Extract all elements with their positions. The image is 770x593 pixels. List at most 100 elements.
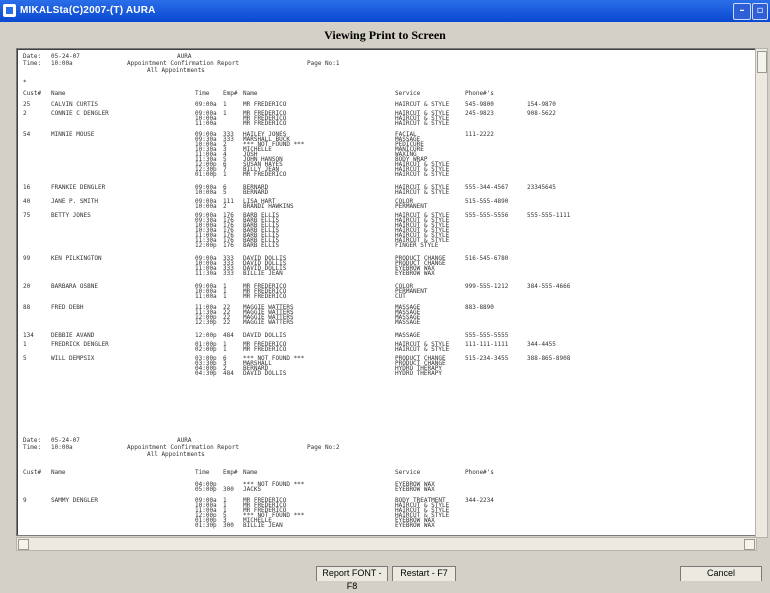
emp-name: MR FREDERICO bbox=[243, 101, 287, 108]
col-emp-name: Name bbox=[243, 90, 258, 97]
col-time: Time bbox=[195, 90, 210, 97]
p2-col-emp-name: Name bbox=[243, 469, 258, 476]
cust-name: SAMMY DENGLER bbox=[51, 497, 98, 504]
col-service: Service bbox=[395, 90, 421, 97]
cust-id: 54 bbox=[23, 131, 31, 138]
appt-time: 11:30a bbox=[195, 270, 217, 277]
page1-time-label: Time: bbox=[23, 60, 42, 67]
col-emp: Emp# bbox=[223, 90, 238, 97]
emp-number: 333 bbox=[223, 270, 234, 277]
appt-time: 10:00a bbox=[195, 203, 217, 210]
p2-col-emp: Emp# bbox=[223, 469, 238, 476]
appt-time: 04:30p bbox=[195, 370, 217, 377]
phone-1: 545-9800 bbox=[465, 101, 494, 108]
phone-1: 555-344-4567 bbox=[465, 184, 509, 191]
title-bar: MIKALSta(C)2007-(T) AURA – ▫ × bbox=[0, 0, 770, 22]
cust-name: WILL DEMPSIX bbox=[51, 355, 95, 362]
cust-name: BARBARA OSBNE bbox=[51, 283, 98, 290]
emp-name: BERNARD bbox=[243, 189, 269, 196]
page2-time: 10:00a bbox=[51, 444, 73, 451]
page1-report-title: Appointment Confirmation Report bbox=[127, 60, 239, 67]
emp-number: 1 bbox=[223, 110, 227, 117]
phone-2: 388-865-8908 bbox=[527, 355, 571, 362]
emp-name: MR FREDERICO bbox=[243, 120, 287, 127]
emp-name: BARB ELLIS bbox=[243, 242, 280, 249]
cust-id: 25 bbox=[23, 101, 31, 108]
viewer-header: Viewing Print to Screen bbox=[324, 28, 446, 42]
cust-id: 134 bbox=[23, 332, 34, 339]
cust-id: 1 bbox=[23, 341, 27, 348]
phone-1: 515-555-4890 bbox=[465, 198, 509, 205]
restart-button[interactable]: Restart - F7 bbox=[392, 566, 456, 581]
emp-name: MAGGIE WATTERS bbox=[243, 319, 294, 326]
emp-name: DAVID DOLLIS bbox=[243, 370, 287, 377]
service: EYEBROW WAX bbox=[395, 270, 435, 277]
emp-name: MR FREDERICO bbox=[243, 293, 287, 300]
app-icon bbox=[3, 4, 16, 17]
cust-id: 2 bbox=[23, 110, 27, 117]
service: PERMANENT bbox=[395, 203, 428, 210]
appt-time: 10:00a bbox=[195, 189, 217, 196]
cust-id: 75 bbox=[23, 212, 31, 219]
cust-name: CALVIN CURTIS bbox=[51, 101, 98, 108]
phone-1: 515-234-3455 bbox=[465, 355, 509, 362]
page2-subtitle: All Appointments bbox=[147, 451, 205, 458]
scroll-thumb[interactable] bbox=[757, 51, 767, 73]
page1-time: 10:00a bbox=[51, 60, 73, 67]
emp-number: 300 bbox=[223, 522, 234, 529]
cancel-button[interactable]: Cancel bbox=[680, 566, 762, 581]
emp-name: BILLIE JEAN bbox=[243, 270, 283, 277]
appt-time: 12:00p bbox=[195, 242, 217, 249]
emp-number: 2 bbox=[223, 203, 227, 210]
col-cust: Cust# bbox=[23, 90, 42, 97]
cust-name: BETTY JONES bbox=[51, 212, 91, 219]
minimize-button[interactable]: – bbox=[733, 3, 751, 20]
emp-name: MR FREDERICO bbox=[243, 346, 287, 353]
window-title: MIKALSta(C)2007-(T) AURA bbox=[20, 5, 156, 16]
appt-time: 11:00a bbox=[195, 120, 217, 127]
emp-number: 484 bbox=[223, 370, 234, 377]
phone-1: 111-111-1111 bbox=[465, 341, 509, 348]
emp-number: 22 bbox=[223, 319, 231, 326]
page1-company: AURA bbox=[177, 53, 192, 60]
appt-time: 12:30p bbox=[195, 319, 217, 326]
page1-page-no: Page No:1 bbox=[307, 60, 340, 67]
p2-col-service: Service bbox=[395, 469, 421, 476]
cust-id: 9 bbox=[23, 497, 27, 504]
p2-col-name: Name bbox=[51, 469, 66, 476]
page2-company: AURA bbox=[177, 437, 192, 444]
phone-1: 555-555-5555 bbox=[465, 332, 509, 339]
phone-1: 883-8890 bbox=[465, 304, 494, 311]
emp-number: 484 bbox=[223, 332, 234, 339]
horizontal-scrollbar[interactable] bbox=[16, 537, 757, 551]
maximize-close-button[interactable]: ▫ × bbox=[752, 3, 768, 20]
phone-2: 555-555-1111 bbox=[527, 212, 571, 219]
phone-1: 111-2222 bbox=[465, 131, 494, 138]
cust-id: 40 bbox=[23, 198, 31, 205]
phone-1: 999-555-1212 bbox=[465, 283, 509, 290]
page2-date: 05-24-07 bbox=[51, 437, 80, 444]
emp-name: DAVID DOLLIS bbox=[243, 332, 287, 339]
appt-time: 11:00a bbox=[195, 293, 217, 300]
emp-number: 1 bbox=[223, 293, 227, 300]
phone-2: 384-555-4666 bbox=[527, 283, 571, 290]
emp-name: JACKS bbox=[243, 486, 262, 493]
phone-2: 154-9870 bbox=[527, 101, 556, 108]
emp-name: MR FREDERICO bbox=[243, 171, 287, 178]
emp-number: 1 bbox=[223, 346, 227, 353]
page1-subtitle: All Appointments bbox=[147, 67, 205, 74]
appt-time: 01:00p bbox=[195, 171, 217, 178]
emp-number: 300 bbox=[223, 486, 234, 493]
report-page: Date: 05-24-07 Time: 10:00a AURA Appoint… bbox=[16, 48, 756, 536]
vertical-scrollbar[interactable] bbox=[755, 48, 768, 538]
scroll-right-arrow[interactable] bbox=[744, 539, 755, 550]
service: MASSAGE bbox=[395, 332, 421, 339]
phone-2: 344-4455 bbox=[527, 341, 556, 348]
service: HAIRCUT & STYLE bbox=[395, 120, 450, 127]
cust-name: FREDRICK DENGLER bbox=[51, 341, 109, 348]
service: MASSAGE bbox=[395, 319, 421, 326]
report-font-button[interactable]: Report FONT - F8 bbox=[316, 566, 388, 591]
emp-number: 176 bbox=[223, 242, 234, 249]
scroll-left-arrow[interactable] bbox=[18, 539, 29, 550]
appt-time: 05:00p bbox=[195, 486, 217, 493]
